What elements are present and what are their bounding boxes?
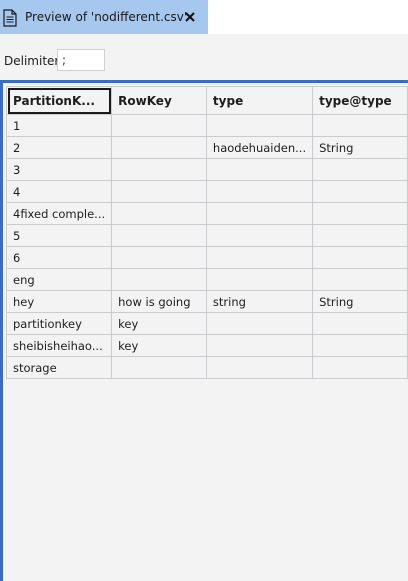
table-cell[interactable] bbox=[205, 114, 314, 137]
table-cell[interactable] bbox=[205, 268, 314, 291]
table-row[interactable]: sheibisheihao... key bbox=[5, 334, 408, 357]
table-cell[interactable]: 1 bbox=[5, 114, 113, 137]
table-cell[interactable] bbox=[312, 224, 408, 247]
preview-tab[interactable]: Preview of 'nodifferent.csv' bbox=[0, 0, 208, 34]
delimiter-input[interactable] bbox=[57, 49, 105, 71]
table-row[interactable]: 1 bbox=[5, 114, 408, 137]
table-cell[interactable]: 2 bbox=[5, 136, 113, 159]
table-cell[interactable]: String bbox=[312, 290, 408, 313]
table-cell[interactable] bbox=[111, 136, 207, 159]
table-cell[interactable] bbox=[111, 356, 207, 379]
table-cell[interactable] bbox=[205, 158, 314, 181]
column-header-rowkey[interactable]: RowKey bbox=[111, 86, 207, 115]
table-cell[interactable] bbox=[312, 114, 408, 137]
table-cell[interactable] bbox=[312, 268, 408, 291]
table-cell[interactable]: 4fixed comple... bbox=[5, 202, 113, 225]
delimiter-label: Delimiter: bbox=[4, 54, 64, 68]
table-cell[interactable] bbox=[312, 246, 408, 269]
table-cell[interactable] bbox=[312, 312, 408, 335]
table-cell[interactable]: eng bbox=[5, 268, 113, 291]
tab-bar: Preview of 'nodifferent.csv' bbox=[0, 0, 408, 34]
table-cell[interactable] bbox=[205, 334, 314, 357]
table-row[interactable]: eng bbox=[5, 268, 408, 291]
close-icon[interactable] bbox=[184, 11, 196, 23]
table-cell[interactable] bbox=[312, 180, 408, 203]
table-cell[interactable]: partitionkey bbox=[5, 312, 113, 335]
table-row[interactable]: partitionkey key bbox=[5, 312, 408, 335]
table-cell[interactable] bbox=[111, 202, 207, 225]
table-cell[interactable] bbox=[111, 224, 207, 247]
table-cell[interactable] bbox=[111, 158, 207, 181]
table-cell[interactable]: sheibisheihao... bbox=[5, 334, 113, 357]
header-row: PartitionK... RowKey type type@type bbox=[5, 86, 408, 115]
table-cell[interactable] bbox=[205, 224, 314, 247]
table-row[interactable]: 5 bbox=[5, 224, 408, 247]
preview-pane: Delimiter: PartitionK... RowKey type typ… bbox=[0, 34, 408, 581]
column-header-type[interactable]: type bbox=[205, 86, 314, 115]
column-header-type-type[interactable]: type@type bbox=[312, 86, 408, 115]
table-cell[interactable] bbox=[312, 158, 408, 181]
table-row[interactable]: 3 bbox=[5, 158, 408, 181]
table-cell[interactable]: storage bbox=[5, 356, 113, 379]
table-cell[interactable]: 3 bbox=[5, 158, 113, 181]
table-cell[interactable] bbox=[205, 246, 314, 269]
table-cell[interactable]: haodehuaiden... bbox=[205, 136, 314, 159]
data-grid[interactable]: PartitionK... RowKey type type@type 1 2 ha… bbox=[0, 80, 408, 581]
tab-title: Preview of 'nodifferent.csv' bbox=[25, 10, 188, 24]
table-cell[interactable]: key bbox=[111, 312, 207, 335]
table-cell[interactable] bbox=[205, 180, 314, 203]
table-cell[interactable]: hey bbox=[5, 290, 113, 313]
table-row[interactable]: 4 bbox=[5, 180, 408, 203]
table-cell[interactable]: key bbox=[111, 334, 207, 357]
table-cell[interactable] bbox=[111, 114, 207, 137]
table-row[interactable]: 6 bbox=[5, 246, 408, 269]
table-cell[interactable]: string bbox=[205, 290, 314, 313]
table-cell[interactable] bbox=[205, 312, 314, 335]
table-cell[interactable] bbox=[111, 180, 207, 203]
table-cell[interactable] bbox=[312, 356, 408, 379]
table-row[interactable]: storage bbox=[5, 356, 408, 379]
document-icon bbox=[3, 9, 17, 27]
table-row[interactable]: 4fixed comple... bbox=[5, 202, 408, 225]
table-row[interactable]: 2 haodehuaiden... String bbox=[5, 136, 408, 159]
table-cell[interactable]: 4 bbox=[5, 180, 113, 203]
table-cell[interactable] bbox=[312, 202, 408, 225]
table-cell[interactable] bbox=[205, 202, 314, 225]
table-cell[interactable]: 6 bbox=[5, 246, 113, 269]
table-cell[interactable] bbox=[111, 246, 207, 269]
table-cell[interactable]: 5 bbox=[5, 224, 113, 247]
table-cell[interactable] bbox=[205, 356, 314, 379]
data-table: PartitionK... RowKey type type@type 1 2 ha… bbox=[5, 86, 408, 379]
table-cell[interactable] bbox=[312, 334, 408, 357]
column-header-partitionkey[interactable]: PartitionK... bbox=[5, 86, 113, 115]
table-cell[interactable]: how is going bbox=[111, 290, 207, 313]
table-cell[interactable]: String bbox=[312, 136, 408, 159]
table-row[interactable]: hey how is going string String bbox=[5, 290, 408, 313]
table-cell[interactable] bbox=[111, 268, 207, 291]
